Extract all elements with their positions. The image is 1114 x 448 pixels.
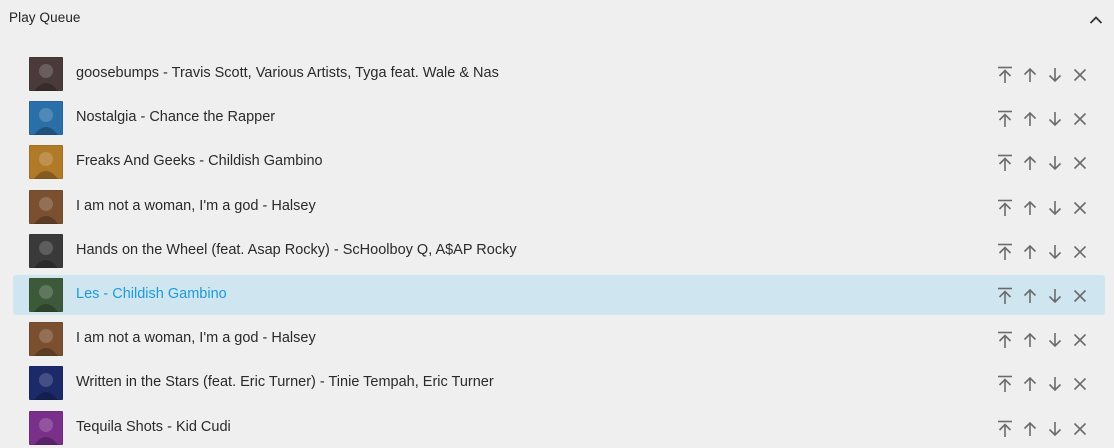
move-to-top-icon[interactable] — [994, 329, 1016, 351]
album-art — [29, 57, 63, 91]
move-down-icon[interactable] — [1044, 108, 1066, 130]
chevron-up-icon[interactable] — [1086, 10, 1106, 30]
move-down-icon[interactable] — [1044, 152, 1066, 174]
remove-icon[interactable] — [1069, 373, 1091, 395]
move-up-icon[interactable] — [1019, 241, 1041, 263]
move-up-icon[interactable] — [1019, 285, 1041, 307]
album-art — [29, 101, 63, 136]
remove-icon[interactable] — [1069, 285, 1091, 307]
track-title: Hands on the Wheel (feat. Asap Rocky) - … — [76, 241, 517, 258]
track-title: goosebumps - Travis Scott, Various Artis… — [76, 65, 499, 81]
row-actions — [994, 329, 1091, 351]
row-actions — [994, 197, 1091, 219]
move-down-icon[interactable] — [1044, 373, 1066, 395]
move-to-top-icon[interactable] — [994, 418, 1016, 440]
move-down-icon[interactable] — [1044, 285, 1066, 307]
play-queue-panel: Play Queue goosebumps - Travis Scott, Va… — [0, 0, 1114, 448]
move-up-icon[interactable] — [1019, 418, 1041, 440]
album-art — [29, 189, 63, 224]
move-to-top-icon[interactable] — [994, 285, 1016, 307]
move-down-icon[interactable] — [1044, 197, 1066, 219]
queue-row[interactable]: Les - Childish Gambino — [13, 274, 1105, 315]
album-art — [29, 145, 63, 180]
row-actions — [994, 285, 1091, 307]
queue-row[interactable]: I am not a woman, I'm a god - Halsey — [13, 187, 1105, 227]
queue-row[interactable]: Hands on the Wheel (feat. Asap Rocky) - … — [13, 231, 1105, 271]
album-art — [29, 366, 63, 401]
remove-icon[interactable] — [1069, 329, 1091, 351]
move-to-top-icon[interactable] — [994, 197, 1016, 219]
row-actions — [994, 152, 1091, 174]
queue-row[interactable]: Tequila Shots - Kid Cudi — [13, 408, 1105, 448]
move-to-top-icon[interactable] — [994, 152, 1016, 174]
move-to-top-icon[interactable] — [994, 64, 1016, 86]
remove-icon[interactable] — [1069, 241, 1091, 263]
track-title: Nostalgia - Chance the Rapper — [76, 109, 276, 126]
move-up-icon[interactable] — [1019, 64, 1041, 86]
remove-icon[interactable] — [1069, 64, 1091, 86]
row-actions — [994, 373, 1091, 395]
panel-title: Play Queue — [9, 10, 81, 25]
move-to-top-icon[interactable] — [994, 108, 1016, 130]
remove-icon[interactable] — [1069, 108, 1091, 130]
row-actions — [994, 418, 1091, 440]
queue-row[interactable]: Nostalgia - Chance the Rapper — [13, 98, 1105, 138]
album-art — [29, 410, 63, 445]
move-down-icon[interactable] — [1044, 241, 1066, 263]
remove-icon[interactable] — [1069, 197, 1091, 219]
remove-icon[interactable] — [1069, 418, 1091, 440]
move-up-icon[interactable] — [1019, 329, 1041, 351]
move-down-icon[interactable] — [1044, 64, 1066, 86]
queue-row[interactable]: Freaks And Geeks - Childish Gambino — [13, 142, 1105, 182]
album-art — [29, 277, 63, 312]
remove-icon[interactable] — [1069, 152, 1091, 174]
track-title: Written in the Stars (feat. Eric Turner)… — [76, 374, 494, 391]
queue-row[interactable]: I am not a woman, I'm a god - Halsey — [13, 319, 1105, 359]
track-title: I am not a woman, I'm a god - Halsey — [76, 197, 316, 214]
move-to-top-icon[interactable] — [994, 241, 1016, 263]
move-up-icon[interactable] — [1019, 152, 1041, 174]
move-up-icon[interactable] — [1019, 373, 1041, 395]
move-up-icon[interactable] — [1019, 108, 1041, 130]
row-actions — [994, 241, 1091, 263]
track-title: Les - Childish Gambino — [76, 285, 227, 302]
move-down-icon[interactable] — [1044, 418, 1066, 440]
row-actions — [994, 108, 1091, 130]
album-art — [29, 322, 63, 357]
queue-row[interactable]: goosebumps - Travis Scott, Various Artis… — [13, 54, 1105, 94]
track-title: I am not a woman, I'm a god - Halsey — [76, 330, 316, 347]
queue-row[interactable]: Written in the Stars (feat. Eric Turner)… — [13, 363, 1105, 403]
queue-list: goosebumps - Travis Scott, Various Artis… — [13, 54, 1105, 448]
track-title: Freaks And Geeks - Childish Gambino — [76, 153, 323, 170]
move-up-icon[interactable] — [1019, 197, 1041, 219]
play-queue-header[interactable]: Play Queue — [0, 0, 1114, 40]
track-title: Tequila Shots - Kid Cudi — [76, 418, 231, 435]
move-down-icon[interactable] — [1044, 329, 1066, 351]
row-actions — [994, 64, 1091, 86]
move-to-top-icon[interactable] — [994, 373, 1016, 395]
album-art — [29, 233, 63, 268]
